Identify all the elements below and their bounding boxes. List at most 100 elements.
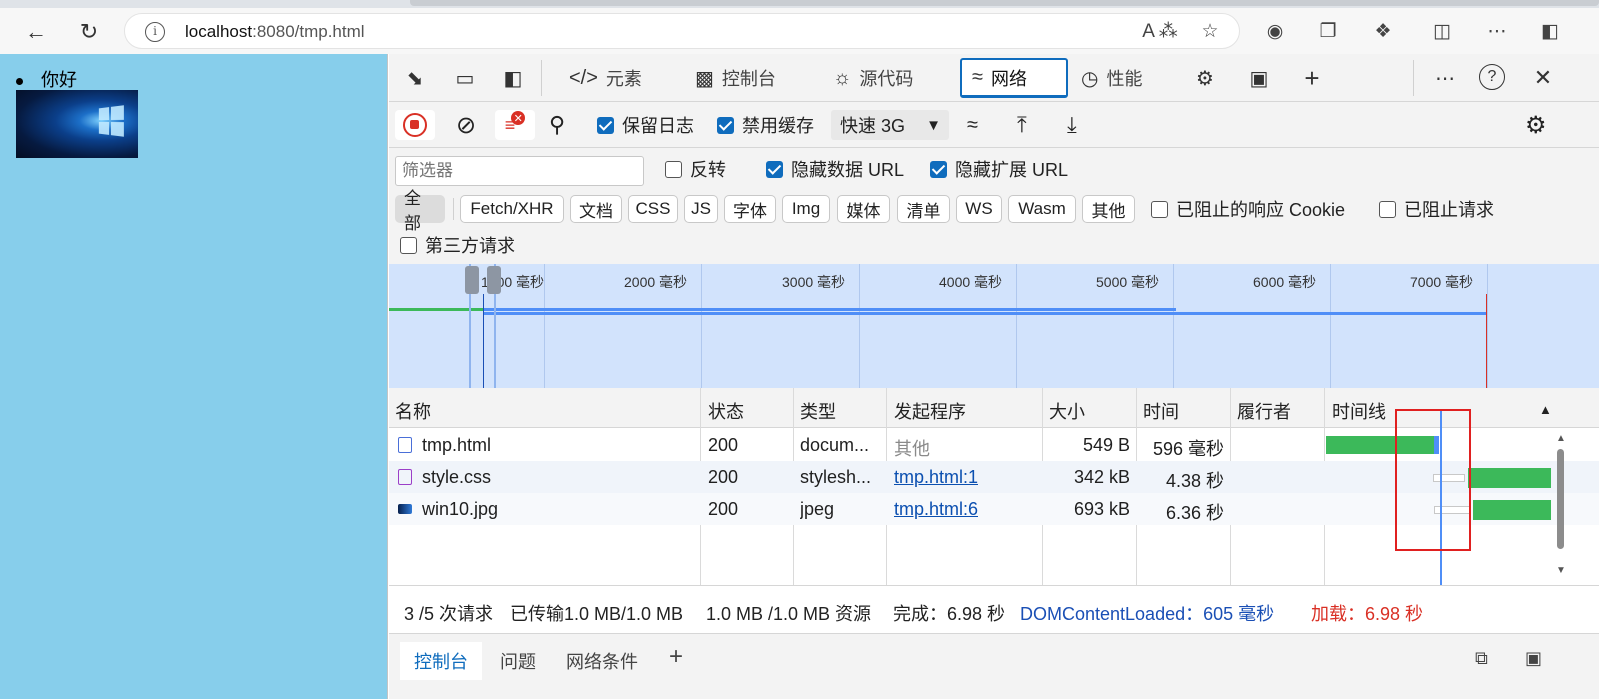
col-time[interactable]: 时间 bbox=[1143, 398, 1179, 424]
range-right-handle[interactable] bbox=[487, 266, 501, 294]
type-filter-js[interactable]: JS bbox=[684, 195, 718, 223]
drawer-tab-network-conditions[interactable]: 网络条件 bbox=[566, 648, 638, 674]
document-icon bbox=[398, 437, 412, 453]
read-aloud-icon[interactable]: A ⁂ bbox=[1142, 16, 1177, 46]
type-filter-img[interactable]: Img bbox=[782, 195, 830, 223]
type-filter-manifest[interactable]: 清单 bbox=[897, 195, 950, 223]
quick-view-icon[interactable]: ⧉ bbox=[1475, 648, 1488, 669]
export-har-icon[interactable]: ⤓ bbox=[1067, 110, 1077, 140]
throttling-select[interactable]: 快速 3G ▼ bbox=[831, 110, 949, 140]
sort-up-icon[interactable]: ▲ bbox=[1539, 402, 1552, 417]
site-info-icon[interactable]: i bbox=[145, 22, 165, 42]
search-icon[interactable]: ⚲ bbox=[549, 110, 565, 140]
checkbox-unchecked[interactable] bbox=[400, 236, 417, 254]
gridline bbox=[701, 264, 702, 388]
invert-checkbox[interactable]: 反转 bbox=[665, 154, 726, 184]
back-icon[interactable]: ← bbox=[20, 16, 52, 48]
drawer-tab-issues[interactable]: 问题 bbox=[500, 648, 536, 674]
status-load: 加载：6.98 秒 bbox=[1311, 604, 1424, 624]
checkbox-checked[interactable] bbox=[766, 160, 783, 178]
type-filter-doc[interactable]: 文档 bbox=[570, 195, 622, 223]
active-tab-indicator bbox=[410, 0, 1599, 6]
add-tab-icon[interactable]: + bbox=[1298, 63, 1326, 93]
devtools-tab-bar: ⬊ ▭ ◧ </> 元素 ▩ 控制台 ☼ 源代码 ≈ 网络 ◷ 性能 ⚙ ▣ + ⋯ ? … bbox=[389, 54, 1599, 102]
split-screen-icon[interactable]: ◫ bbox=[1427, 16, 1457, 46]
overview-tick: 5000 毫秒 bbox=[1096, 274, 1160, 290]
hide-ext-url-checkbox[interactable]: 隐藏扩展 URL bbox=[930, 154, 1068, 184]
type-filter-media[interactable]: 媒体 bbox=[837, 195, 890, 223]
checkbox-checked[interactable] bbox=[717, 116, 734, 134]
hide-data-url-checkbox[interactable]: 隐藏数据 URL bbox=[766, 154, 904, 184]
dock-icon[interactable]: ◧ bbox=[499, 64, 527, 92]
checkbox-unchecked[interactable] bbox=[1151, 200, 1168, 218]
col-size[interactable]: 大小 bbox=[1049, 398, 1085, 424]
range-left-handle[interactable] bbox=[465, 266, 479, 294]
blocked-cookies-checkbox[interactable]: 已阻止的响应 Cookie bbox=[1151, 194, 1345, 224]
col-type[interactable]: 类型 bbox=[800, 398, 836, 424]
favorite-icon[interactable]: ☆ bbox=[1195, 16, 1225, 46]
tab-elements[interactable]: </> 元素 bbox=[569, 58, 642, 98]
address-bar[interactable]: i localhost:8080/tmp.html A ⁂ ☆ bbox=[124, 13, 1240, 49]
checkbox-unchecked[interactable] bbox=[665, 160, 682, 178]
network-overview[interactable]: 1000 毫秒 2000 毫秒 3000 毫秒 4000 毫秒 5000 毫秒 … bbox=[389, 264, 1599, 388]
collapse-drawer-icon[interactable]: ▣ bbox=[1525, 648, 1542, 669]
clear-icon[interactable]: ⊘ bbox=[451, 110, 481, 140]
checkbox-checked[interactable] bbox=[930, 160, 947, 178]
inspect-element-icon[interactable]: ⬊ bbox=[401, 64, 429, 92]
type-filter-font[interactable]: 字体 bbox=[724, 195, 776, 223]
col-name[interactable]: 名称 bbox=[395, 398, 431, 424]
preserve-log-checkbox[interactable]: 保留日志 bbox=[597, 110, 694, 140]
overview-bar-css bbox=[484, 308, 1176, 311]
third-party-checkbox[interactable]: 第三方请求 bbox=[400, 230, 515, 260]
more-icon[interactable]: ⋯ bbox=[1482, 16, 1512, 46]
network-settings-icon[interactable]: ⚙ bbox=[1525, 110, 1547, 140]
import-har-icon[interactable]: ⤒ bbox=[1017, 110, 1027, 140]
collections-icon[interactable]: ❐ bbox=[1313, 16, 1343, 46]
row-initiator-link[interactable]: tmp.html:1 bbox=[894, 467, 978, 488]
row-time: 4.38 秒 bbox=[1165, 471, 1224, 491]
extension-icon[interactable]: ◉ bbox=[1260, 16, 1290, 46]
filter-input[interactable] bbox=[395, 156, 644, 186]
tab-performance[interactable]: ◷ 性能 bbox=[1081, 58, 1142, 98]
application-icon[interactable]: ▣ bbox=[1245, 64, 1273, 92]
disable-cache-checkbox[interactable]: 禁用缓存 bbox=[717, 110, 814, 140]
browser-tab-strip bbox=[0, 0, 1599, 8]
sidebar-icon[interactable]: ◧ bbox=[1535, 16, 1565, 46]
col-fulfilled-by[interactable]: 履行者 bbox=[1237, 398, 1291, 424]
col-initiator[interactable]: 发起程序 bbox=[894, 398, 966, 424]
separator bbox=[1413, 60, 1414, 96]
row-size: 342 kB bbox=[1073, 467, 1130, 487]
type-filter-all[interactable]: 全部 bbox=[395, 189, 445, 233]
help-icon[interactable]: ? bbox=[1479, 64, 1505, 90]
type-filter-fetch[interactable]: Fetch/XHR bbox=[460, 195, 564, 223]
row-name[interactable]: style.css bbox=[398, 467, 491, 488]
close-devtools-icon[interactable]: ✕ bbox=[1529, 64, 1557, 92]
tab-network[interactable]: ≈ 网络 bbox=[960, 58, 1068, 98]
checkbox-checked[interactable] bbox=[597, 116, 614, 134]
network-conditions-icon[interactable]: ≈ bbox=[967, 110, 978, 140]
drawer-tab-console[interactable]: 控制台 bbox=[400, 642, 482, 680]
type-filter-ws[interactable]: WS bbox=[956, 195, 1002, 223]
tab-console[interactable]: ▩ 控制台 bbox=[695, 58, 776, 98]
add-drawer-tab-icon[interactable]: + bbox=[669, 643, 683, 671]
more-tools-icon[interactable]: ⋯ bbox=[1431, 64, 1459, 92]
row-initiator-link[interactable]: tmp.html:6 bbox=[894, 499, 978, 520]
blocked-requests-checkbox[interactable]: 已阻止请求 bbox=[1379, 194, 1494, 224]
url-text[interactable]: localhost:8080/tmp.html bbox=[185, 22, 365, 42]
vertical-scrollbar[interactable]: ▲ ▼ bbox=[1556, 433, 1566, 583]
device-emulation-icon[interactable]: ▭ bbox=[451, 64, 479, 92]
tab-sources[interactable]: ☼ 源代码 bbox=[833, 58, 913, 98]
row-name[interactable]: tmp.html bbox=[398, 435, 491, 456]
col-waterfall[interactable]: 时间线 bbox=[1332, 398, 1386, 424]
row-name[interactable]: win10.jpg bbox=[398, 499, 498, 520]
puzzle-icon[interactable]: ❖ bbox=[1368, 16, 1398, 46]
filter-toggle-icon[interactable]: ≡ ✕ bbox=[495, 110, 535, 140]
type-filter-css[interactable]: CSS bbox=[628, 195, 678, 223]
type-filter-other[interactable]: 其他 bbox=[1082, 195, 1135, 223]
refresh-icon[interactable]: ↻ bbox=[73, 16, 105, 48]
col-status[interactable]: 状态 bbox=[708, 398, 744, 424]
record-button[interactable] bbox=[395, 110, 435, 140]
type-filter-wasm[interactable]: Wasm bbox=[1008, 195, 1076, 223]
memory-icon[interactable]: ⚙ bbox=[1191, 64, 1219, 92]
checkbox-unchecked[interactable] bbox=[1379, 200, 1396, 218]
